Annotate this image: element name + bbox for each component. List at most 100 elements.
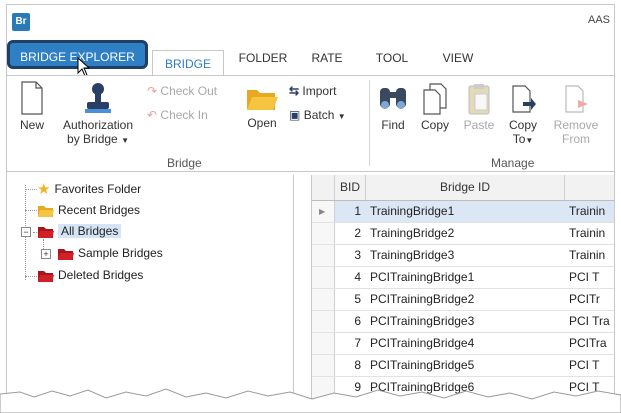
- cell-bridge-id: TrainingBridge1: [370, 204, 455, 218]
- copy-button[interactable]: Copy: [417, 82, 453, 132]
- table-row[interactable]: 2 TrainingBridge2 Trainin: [312, 223, 614, 245]
- copy-to-label-line1: Copy: [508, 118, 537, 132]
- import-label: Import: [302, 84, 337, 98]
- cell-bridge-id: TrainingBridge2: [370, 226, 455, 240]
- new-button[interactable]: New: [15, 80, 49, 132]
- window-title: AAS: [587, 14, 610, 26]
- cell-bridge-id: PCITrainingBridge3: [370, 314, 475, 328]
- tree-item-all-bridges[interactable]: All Bridges: [37, 221, 122, 241]
- tab-folder[interactable]: FOLDER: [233, 45, 293, 71]
- row-indicator: [312, 311, 335, 332]
- check-in-button[interactable]: ↶ Check In: [147, 108, 208, 122]
- table-row[interactable]: 6 PCITrainingBridge3 PCI Tra: [312, 311, 614, 333]
- cell-bid: 6: [354, 314, 361, 328]
- cell-bid: 2: [354, 226, 361, 240]
- tab-tool[interactable]: TOOL: [366, 45, 418, 71]
- find-button[interactable]: Find: [375, 82, 411, 132]
- row-indicator: ▶: [312, 201, 335, 222]
- group-label-bridge: Bridge: [167, 156, 202, 170]
- table-row[interactable]: 5 PCITrainingBridge2 PCITr: [312, 289, 614, 311]
- column-header-name[interactable]: [565, 175, 614, 200]
- star-icon: ★: [37, 180, 51, 198]
- remove-from-button[interactable]: Remove From: [553, 82, 599, 146]
- cell-bridge-id: PCITrainingBridge2: [370, 292, 475, 306]
- copy-to-button[interactable]: Copy To▼: [505, 82, 541, 146]
- cell-name: Trainin: [569, 248, 606, 262]
- mouse-cursor-icon: [77, 57, 91, 77]
- cell-name: PCITra: [569, 336, 607, 350]
- yellow-folder-icon: [38, 205, 54, 217]
- table-row[interactable]: ▶ 1 TrainingBridge1 Trainin: [312, 201, 614, 223]
- tree-item-label: Favorites Folder: [54, 182, 142, 196]
- ribbon: New Authorization by Bridge ▼ ↷ Check Ou…: [7, 75, 614, 172]
- cell-bridge-id: TrainingBridge3: [370, 248, 455, 262]
- remove-from-icon: [565, 85, 588, 113]
- ribbon-separator: [369, 80, 370, 166]
- tree-item-favorites[interactable]: ★ Favorites Folder: [37, 179, 141, 199]
- torn-edge-decoration: [0, 388, 621, 413]
- open-label: Open: [247, 116, 277, 130]
- cell-name: Trainin: [569, 204, 606, 218]
- cell-name: PCI Tra: [569, 314, 610, 328]
- tab-rate[interactable]: RATE: [303, 45, 351, 71]
- cell-bridge-id: PCITrainingBridge4: [370, 336, 475, 350]
- batch-button[interactable]: ▣ Batch ▼: [289, 108, 346, 122]
- row-pointer-icon: ▶: [319, 207, 326, 216]
- table-row[interactable]: 7 PCITrainingBridge4 PCITra: [312, 333, 614, 355]
- collapse-toggle-icon[interactable]: −: [21, 227, 31, 237]
- find-label: Find: [381, 118, 405, 132]
- app-logo-icon: Br: [12, 13, 30, 31]
- new-document-icon: [21, 81, 43, 115]
- tree-item-label: Deleted Bridges: [58, 268, 144, 282]
- row-indicator-header: [312, 175, 335, 200]
- check-out-label: Check Out: [160, 84, 218, 98]
- cell-bridge-id: PCITrainingBridge1: [370, 270, 475, 284]
- row-indicator: [312, 245, 335, 266]
- batch-icon: ▣: [289, 108, 301, 122]
- authorization-stamp-icon: [85, 83, 111, 113]
- red-folder-icon: [38, 270, 54, 282]
- cell-bid: 7: [354, 336, 361, 350]
- binoculars-icon: [380, 88, 406, 109]
- grid-header: BID Bridge ID: [312, 175, 614, 201]
- authorization-by-bridge-button[interactable]: Authorization by Bridge ▼: [55, 80, 141, 146]
- column-header-bridge-id[interactable]: Bridge ID: [366, 175, 565, 200]
- open-button[interactable]: Open: [243, 84, 281, 130]
- authorization-label-line1: Authorization: [62, 118, 134, 132]
- tab-bridge[interactable]: BRIDGE: [152, 50, 224, 78]
- tree-line: [25, 189, 37, 190]
- row-indicator: [312, 267, 335, 288]
- tree-item-label: All Bridges: [58, 224, 122, 238]
- copy-icon: [423, 83, 447, 115]
- import-button[interactable]: ⇆ Import: [289, 84, 336, 98]
- cell-bid: 3: [354, 248, 361, 262]
- table-row[interactable]: 3 TrainingBridge3 Trainin: [312, 245, 614, 267]
- import-icon: ⇆: [289, 84, 300, 98]
- cell-name: PCITr: [569, 292, 600, 306]
- column-header-bid[interactable]: BID: [335, 175, 366, 200]
- paste-label: Paste: [463, 118, 495, 132]
- chevron-down-icon: ▼: [525, 136, 534, 145]
- expand-toggle-icon[interactable]: +: [41, 249, 51, 259]
- copy-label: Copy: [420, 118, 449, 132]
- new-label: New: [19, 118, 44, 132]
- chevron-down-icon: ▼: [337, 112, 346, 121]
- row-indicator: [312, 289, 335, 310]
- red-folder-icon: [38, 226, 54, 238]
- tree-item-sample-bridges[interactable]: Sample Bridges: [57, 243, 163, 263]
- check-in-icon: ↶: [147, 108, 158, 122]
- check-out-icon: ↷: [147, 84, 158, 98]
- copy-to-label-line2: To: [512, 132, 526, 146]
- row-indicator: [312, 223, 335, 244]
- cell-bid: 5: [354, 292, 361, 306]
- paste-button[interactable]: Paste: [461, 82, 497, 132]
- check-out-button[interactable]: ↷ Check Out: [147, 84, 217, 98]
- check-in-label: Check In: [160, 108, 208, 122]
- tab-view[interactable]: VIEW: [435, 45, 481, 71]
- tree-item-recent[interactable]: Recent Bridges: [37, 200, 140, 220]
- table-row[interactable]: 4 PCITrainingBridge1 PCI T: [312, 267, 614, 289]
- cell-name: Trainin: [569, 226, 606, 240]
- copy-to-icon: [512, 85, 536, 113]
- cell-bid: 4: [354, 270, 361, 284]
- tree-item-deleted[interactable]: Deleted Bridges: [37, 265, 143, 285]
